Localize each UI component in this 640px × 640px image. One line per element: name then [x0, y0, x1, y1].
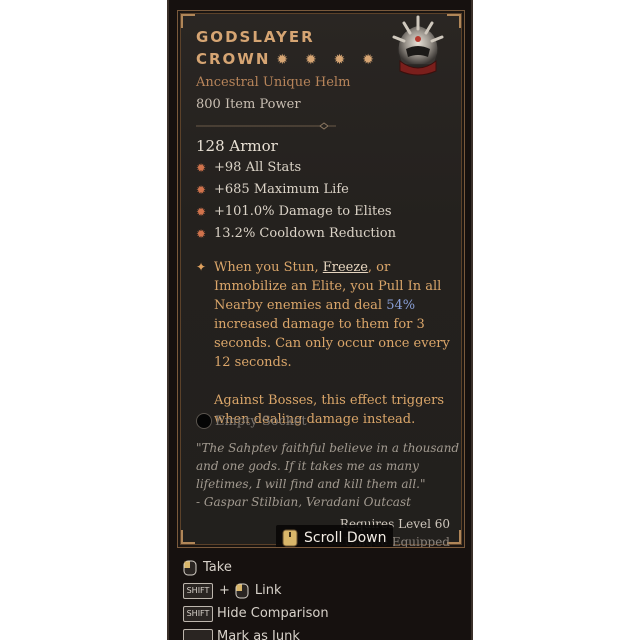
affix-row: ✹ 13.2% Cooldown Reduction	[196, 225, 458, 247]
affix-list: ✹ +98 All Stats ✹ +685 Maximum Life ✹ +101.…	[196, 159, 458, 247]
freeze-keyword[interactable]: Freeze	[323, 260, 368, 275]
spacebar-key-icon	[183, 628, 213, 640]
flavor-author: - Gaspar Stilbian, Veradani Outcast	[196, 495, 411, 509]
mark-junk-action[interactable]: Mark as Junk	[183, 625, 469, 640]
item-power: 800 Item Power	[196, 97, 301, 112]
hide-comparison-action[interactable]: SHIFT Hide Comparison	[183, 602, 469, 625]
helm-item-icon	[392, 15, 444, 76]
mouse-scroll-icon	[282, 529, 298, 547]
ancestral-stars-icon: ✹ ✹ ✹ ✹	[276, 52, 380, 68]
affix-text: +98 All Stats	[214, 160, 302, 175]
take-action[interactable]: Take	[183, 556, 469, 579]
flavor-quote: "The Sahptev faithful believe in a thous…	[196, 441, 460, 491]
empty-socket: Empty Socket	[196, 413, 307, 429]
hide-comparison-label: Hide Comparison	[217, 606, 329, 621]
item-name-line2: CROWN	[196, 50, 271, 68]
shift-key-label: SHIFT	[186, 609, 210, 618]
corner-ornament	[181, 530, 195, 544]
left-click-icon	[235, 583, 249, 598]
link-action[interactable]: SHIFT + Link	[183, 579, 469, 602]
armor-value: 128 Armor	[196, 137, 278, 155]
affix-bullet-icon: ✹	[196, 183, 207, 197]
affix-row: ✹ +101.0% Damage to Elites	[196, 203, 458, 225]
affix-row: ✹ +98 All Stats	[196, 159, 458, 181]
shift-key-icon: SHIFT	[183, 582, 213, 599]
socket-icon	[196, 413, 212, 429]
affix-bullet-icon: ✹	[196, 161, 207, 175]
corner-ornament	[181, 14, 195, 28]
affix-text: +685 Maximum Life	[214, 182, 349, 197]
socket-label: Empty Socket	[215, 413, 307, 429]
item-type: Ancestral Unique Helm	[196, 75, 351, 90]
item-name: GODSLAYER CROWN ✹ ✹ ✹ ✹	[196, 26, 396, 71]
action-hints: Take SHIFT + Link SHIFT Hide Comparison …	[183, 556, 469, 640]
item-tooltip-frame: GODSLAYER CROWN ✹ ✹ ✹ ✹ Ancestral Unique …	[167, 0, 473, 640]
item-name-line1: GODSLAYER	[196, 28, 315, 46]
shift-key-label: SHIFT	[186, 586, 210, 595]
affix-text: 13.2% Cooldown Reduction	[214, 226, 397, 241]
unique-power: ✦ When you Stun, Freeze, or Immobilize a…	[196, 258, 458, 429]
shift-key-icon: SHIFT	[183, 605, 213, 622]
unique-power-text: When you Stun, Freeze, or Immobilize an …	[214, 258, 458, 429]
flavor-text: "The Sahptev faithful believe in a thous…	[196, 439, 462, 511]
affix-bullet-icon: ✹	[196, 205, 207, 219]
scroll-down-label: Scroll Down	[304, 530, 387, 546]
link-label: Link	[254, 583, 282, 598]
unique-power-text-a: When you Stun,	[214, 260, 323, 275]
take-label: Take	[203, 560, 232, 575]
affix-row: ✹ +685 Maximum Life	[196, 181, 458, 203]
divider-ornament	[196, 122, 336, 130]
affix-text: +101.0% Damage to Elites	[214, 204, 392, 219]
left-click-icon	[183, 560, 197, 575]
unique-power-icon: ✦	[196, 260, 207, 274]
mark-junk-label: Mark as Junk	[217, 629, 300, 640]
scroll-down-button[interactable]: Scroll Down	[276, 525, 393, 547]
unique-power-value: 54%	[386, 298, 416, 313]
item-tooltip-card: GODSLAYER CROWN ✹ ✹ ✹ ✹ Ancestral Unique …	[177, 10, 465, 548]
affix-bullet-icon: ✹	[196, 227, 207, 241]
plus-sign: +	[219, 583, 230, 598]
unique-power-text-c: increased damage to them for 3 seconds. …	[214, 317, 450, 370]
